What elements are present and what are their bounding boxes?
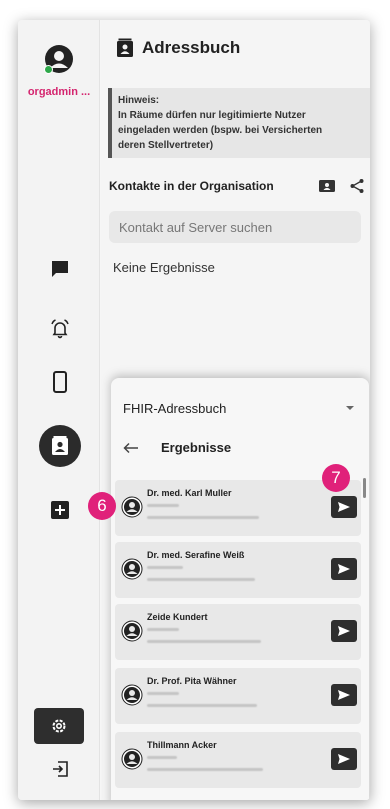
annotation-marker-6: 6 bbox=[88, 492, 116, 520]
addressbook-select[interactable]: FHIR-Adressbuch bbox=[111, 396, 367, 420]
results-header: Ergebnisse bbox=[123, 440, 231, 455]
settings-button[interactable] bbox=[34, 708, 84, 744]
send-invite-button[interactable] bbox=[331, 748, 357, 770]
result-name: Thillmann Acker bbox=[147, 740, 217, 750]
results-title: Ergebnisse bbox=[161, 440, 232, 455]
send-invite-button[interactable] bbox=[331, 558, 357, 580]
page-header: Adressbuch bbox=[116, 38, 240, 58]
result-name: Dr. Prof. Pita Wähner bbox=[147, 676, 237, 686]
contacts-section-header: Kontakte in der Organisation bbox=[109, 178, 365, 194]
redacted-detail bbox=[147, 578, 255, 581]
logout-button[interactable] bbox=[48, 757, 72, 781]
contact-avatar-icon bbox=[121, 684, 143, 706]
redacted-detail bbox=[147, 640, 261, 643]
user-avatar[interactable] bbox=[44, 44, 74, 74]
nav-chat[interactable] bbox=[48, 257, 72, 281]
send-icon bbox=[338, 564, 350, 574]
addressbook-panel: Adressbuch Hinweis: In Räume dürfen nur … bbox=[101, 20, 370, 800]
send-icon bbox=[338, 690, 350, 700]
notice-line-1: Hinweis: bbox=[118, 95, 160, 106]
dropdown-arrow-icon bbox=[346, 406, 354, 410]
redacted-detail bbox=[147, 504, 179, 507]
redacted-detail bbox=[147, 704, 257, 707]
redacted-detail bbox=[147, 768, 263, 771]
send-icon bbox=[338, 754, 350, 764]
contacts-book-icon bbox=[117, 38, 133, 57]
send-invite-button[interactable] bbox=[331, 496, 357, 518]
contact-avatar-icon bbox=[121, 620, 143, 642]
result-card[interactable]: Thillmann Acker bbox=[115, 732, 361, 788]
fhir-results-sheet: FHIR-Adressbuch Ergebnisse Dr. med. Karl… bbox=[111, 378, 369, 800]
phone-icon bbox=[53, 371, 67, 393]
redacted-detail bbox=[147, 628, 179, 631]
redacted-detail bbox=[147, 756, 177, 759]
send-invite-button[interactable] bbox=[331, 684, 357, 706]
nav-devices[interactable] bbox=[48, 370, 72, 394]
redacted-detail bbox=[147, 566, 183, 569]
contact-avatar-icon bbox=[121, 748, 143, 770]
app-window: orgadmin ... Adressbuch Hinweis: In Räum… bbox=[18, 20, 370, 800]
chat-icon bbox=[52, 261, 68, 277]
side-navigation: orgadmin ... bbox=[18, 20, 100, 800]
contact-card-icon[interactable] bbox=[319, 179, 335, 193]
user-name: orgadmin ... bbox=[27, 86, 91, 98]
result-name: Zeide Kundert bbox=[147, 612, 208, 622]
result-card[interactable]: Dr. med. Serafine Weiß bbox=[115, 542, 361, 598]
result-card[interactable]: Zeide Kundert bbox=[115, 604, 361, 660]
add-icon bbox=[51, 501, 69, 519]
logout-icon bbox=[53, 761, 68, 777]
addressbook-select-value: FHIR-Adressbuch bbox=[123, 400, 227, 416]
send-icon bbox=[338, 502, 350, 512]
scrollbar[interactable] bbox=[363, 478, 366, 498]
send-icon bbox=[338, 626, 350, 636]
alarm-bell-icon bbox=[51, 319, 69, 339]
contact-avatar-icon bbox=[121, 558, 143, 580]
nav-add[interactable] bbox=[48, 498, 72, 522]
settings-icon bbox=[52, 719, 66, 733]
page-title: Adressbuch bbox=[142, 38, 241, 57]
share-icon[interactable] bbox=[349, 178, 365, 194]
redacted-detail bbox=[147, 516, 259, 519]
notice-line-4: deren Stellvertreter) bbox=[118, 140, 214, 151]
result-card[interactable]: Dr. Prof. Pita Wähner bbox=[115, 668, 361, 724]
no-results-text: Keine Ergebnisse bbox=[113, 260, 215, 275]
contact-search-input[interactable] bbox=[109, 211, 361, 243]
nav-notifications[interactable] bbox=[48, 317, 72, 341]
contact-avatar-icon bbox=[121, 496, 143, 518]
online-status-dot bbox=[44, 65, 53, 74]
result-name: Dr. med. Serafine Weiß bbox=[147, 550, 245, 560]
send-invite-button[interactable] bbox=[331, 620, 357, 642]
contacts-title: Kontakte in der Organisation bbox=[109, 179, 274, 193]
result-name: Dr. med. Karl Muller bbox=[147, 488, 232, 498]
back-arrow-icon[interactable] bbox=[123, 442, 139, 454]
notice-line-3: eingeladen werden (bspw. bei Versicherte… bbox=[118, 125, 323, 136]
notice-line-2: In Räume dürfen nur legitimierte Nutzer bbox=[118, 110, 306, 121]
nav-addressbook[interactable] bbox=[39, 425, 81, 467]
redacted-detail bbox=[147, 692, 179, 695]
result-card[interactable]: Dr. med. Karl Muller bbox=[115, 480, 361, 536]
hint-notice: Hinweis: In Räume dürfen nur legitimiert… bbox=[108, 88, 370, 158]
contacts-icon bbox=[52, 436, 68, 455]
annotation-marker-7: 7 bbox=[322, 464, 350, 492]
